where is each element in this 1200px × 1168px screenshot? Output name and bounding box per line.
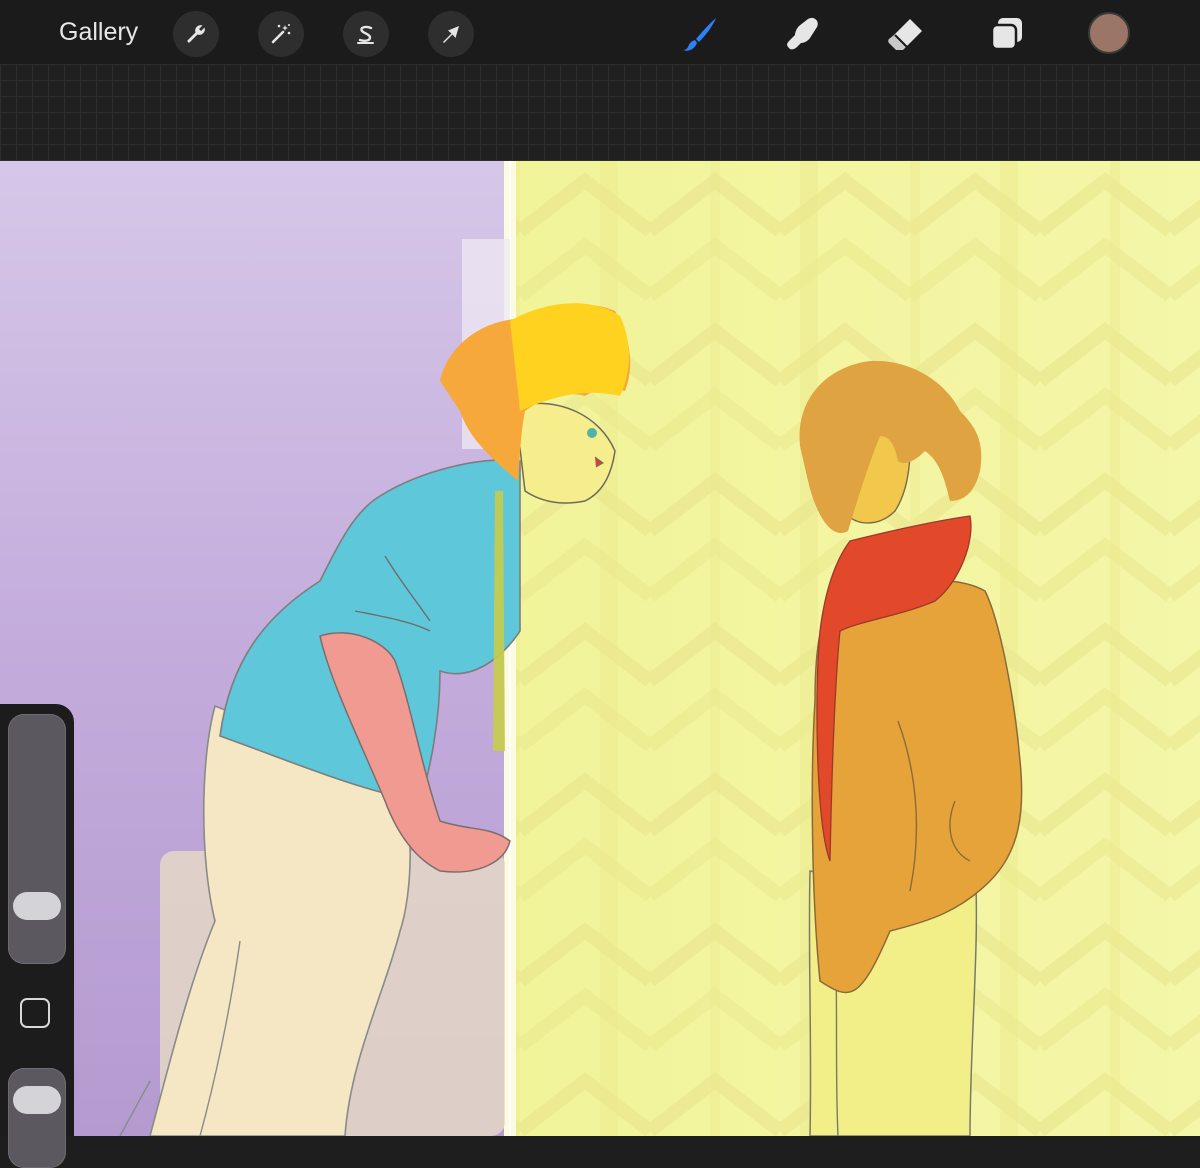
eraser-tool-button[interactable] [884,12,928,56]
magic-wand-icon [271,24,291,44]
selection-button[interactable] [343,11,389,57]
drawing-canvas[interactable] [0,161,1200,1136]
modify-button[interactable] [20,998,50,1028]
layers-icon [990,18,1022,51]
adjustments-button[interactable] [258,11,304,57]
top-toolbar: Gallery [0,0,1200,64]
eraser-icon [888,19,922,50]
brush-tool-button[interactable] [678,12,722,56]
artwork [0,161,1200,1136]
selection-s-icon [357,25,374,44]
layers-button[interactable] [985,12,1029,56]
brush-size-slider[interactable] [8,714,66,964]
arrow-cursor-icon [443,26,459,43]
color-swatch[interactable] [1088,12,1130,54]
brush-icon [683,18,716,51]
workspace-grid-background [0,64,1200,161]
actions-button[interactable] [173,11,219,57]
left-sidebar [0,704,74,1168]
brush-opacity-thumb[interactable] [13,1086,61,1114]
smudge-tool-button[interactable] [780,12,824,56]
transform-button[interactable] [428,11,474,57]
smudge-finger-icon [787,17,818,50]
brush-opacity-slider[interactable] [8,1068,66,1168]
gallery-button[interactable]: Gallery [59,14,138,50]
brush-size-thumb[interactable] [13,892,61,920]
wrench-icon [187,25,205,43]
